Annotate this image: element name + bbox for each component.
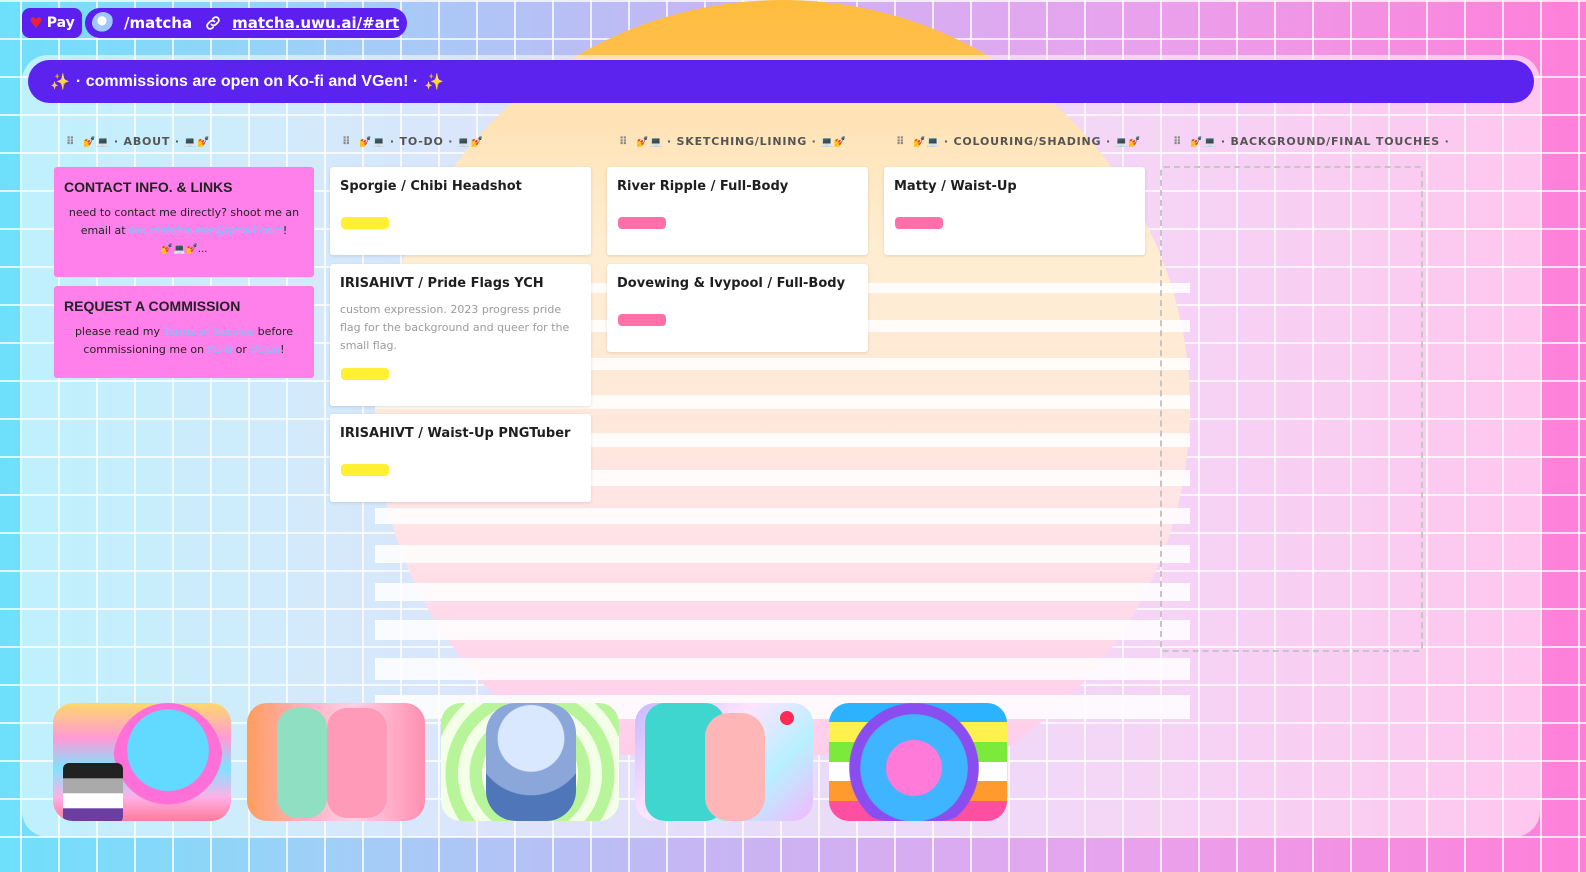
column-title: · ABOUT · [113, 135, 180, 148]
gallery-thumb-2[interactable] [247, 703, 425, 821]
column-header-background[interactable]: ⠿ 💅💻 · BACKGROUND/FINAL TOUCHES · [1173, 135, 1450, 149]
column-header-about[interactable]: ⠿ 💅💻 · ABOUT · 💻💅 [66, 135, 214, 149]
vgen-link[interactable]: VGen [250, 343, 280, 356]
label-tag [341, 464, 389, 476]
laptop-nail-icon: 💻💅 [457, 137, 484, 148]
column-title: · TO-DO · [389, 135, 454, 148]
sparkles-icon: ✨ [50, 73, 70, 91]
laptop-nail-icon: 💻💅 [820, 137, 848, 148]
task-title: River Ripple / Full-Body [617, 179, 789, 194]
nail-laptop-icon: 💅💻 [636, 137, 663, 148]
gallery-thumb-5[interactable] [829, 703, 1007, 821]
column-header-sketching[interactable]: ⠿ 💅💻 · SKETCHING/LINING · 💻💅 [619, 135, 851, 149]
drag-handle-icon[interactable]: ⠿ [619, 135, 628, 148]
task-card[interactable]: Matty / Waist-Up [884, 167, 1145, 255]
link-icon [206, 16, 220, 30]
pay-button[interactable]: ♥ Pay [22, 8, 82, 38]
body-text: or [232, 343, 251, 356]
label-tag [618, 314, 666, 326]
avatar [92, 12, 114, 34]
column-title: · BACKGROUND/FINAL TOUCHES · [1220, 135, 1450, 148]
nail-laptop-icon: 💅💻 [913, 137, 940, 148]
task-card[interactable]: River Ripple / Full-Body [607, 167, 868, 255]
task-card[interactable]: Sporgie / Chibi Headshot [330, 167, 591, 255]
task-title: Dovewing & Ivypool / Full-Body [617, 276, 846, 291]
gallery-thumb-3[interactable] [441, 703, 619, 821]
gallery-thumb-4[interactable] [635, 703, 813, 821]
task-title: IRISAHIVT / Waist-Up PNGTuber [340, 426, 571, 441]
column-header-colouring[interactable]: ⠿ 💅💻 · COLOURING/SHADING · 💻💅 [896, 135, 1146, 149]
gallery-thumb-1[interactable] [53, 703, 231, 821]
body-text: please read my [74, 325, 164, 338]
contact-info-card: CONTACT INFO. & LINKS need to contact me… [54, 167, 314, 277]
label-tag [341, 368, 389, 380]
nail-laptop-icon: 💅💻 [359, 137, 386, 148]
banner-text: · commissions are open on Ko-fi and VGen… [75, 72, 419, 90]
heart-icon: ♥ [29, 13, 43, 32]
kofi-link[interactable]: Ko-fi [208, 343, 233, 356]
nail-laptop-icon: 💅💻 [83, 137, 110, 148]
task-title: IRISAHIVT / Pride Flags YCH [340, 276, 544, 291]
terms-of-service-link[interactable]: Terms of Service [163, 325, 254, 338]
task-card[interactable]: IRISAHIVT / Waist-Up PNGTuber [330, 414, 591, 502]
task-card[interactable]: Dovewing & Ivypool / Full-Body [607, 264, 868, 352]
card-title: CONTACT INFO. & LINKS [64, 179, 233, 195]
card-title: REQUEST A COMMISSION [64, 298, 241, 314]
column-title: · SKETCHING/LINING · [666, 135, 817, 148]
profile-pill[interactable]: /matcha matcha.uwu.ai/#art [85, 8, 408, 38]
request-commission-card: REQUEST A COMMISSION please read my Term… [54, 286, 314, 378]
drag-handle-icon[interactable]: ⠿ [66, 135, 75, 148]
task-card[interactable]: IRISAHIVT / Pride Flags YCH custom expre… [330, 264, 591, 406]
sparkles-icon: ✨ [424, 73, 445, 91]
email-link[interactable]: mx.matcha.exe@gmail.com [129, 224, 283, 237]
task-title: Matty / Waist-Up [894, 179, 1017, 194]
drag-handle-icon[interactable]: ⠿ [896, 135, 905, 148]
pay-label: Pay [46, 15, 75, 31]
column-title: · COLOURING/SHADING · [943, 135, 1111, 148]
card-body: please read my Terms of Service before c… [64, 323, 304, 359]
column-header-todo[interactable]: ⠿ 💅💻 · TO-DO · 💻💅 [342, 135, 488, 149]
label-tag [618, 217, 666, 229]
label-tag [895, 217, 943, 229]
label-tag [341, 217, 389, 229]
task-description: custom expression. 2023 progress pride f… [340, 303, 570, 352]
site-url-link[interactable]: matcha.uwu.ai/#art [232, 14, 399, 32]
task-title: Sporgie / Chibi Headshot [340, 179, 522, 194]
commissions-banner: ✨ · commissions are open on Ko-fi and VG… [28, 60, 1534, 103]
empty-drop-zone[interactable] [1160, 166, 1423, 652]
laptop-nail-icon: 💻💅 [1114, 137, 1142, 148]
card-body: need to contact me directly? shoot me an… [64, 204, 304, 259]
drag-handle-icon[interactable]: ⠿ [1173, 135, 1182, 148]
profile-path: /matcha [124, 14, 193, 32]
top-bar: ♥ Pay /matcha matcha.uwu.ai/#art [22, 8, 408, 38]
body-text: ! [280, 343, 285, 356]
drag-handle-icon[interactable]: ⠿ [342, 135, 351, 148]
nail-laptop-icon: 💅💻💅... [160, 244, 208, 255]
nail-laptop-icon: 💅💻 [1190, 137, 1217, 148]
body-text: ! [282, 224, 288, 237]
laptop-nail-icon: 💻💅 [183, 137, 211, 148]
